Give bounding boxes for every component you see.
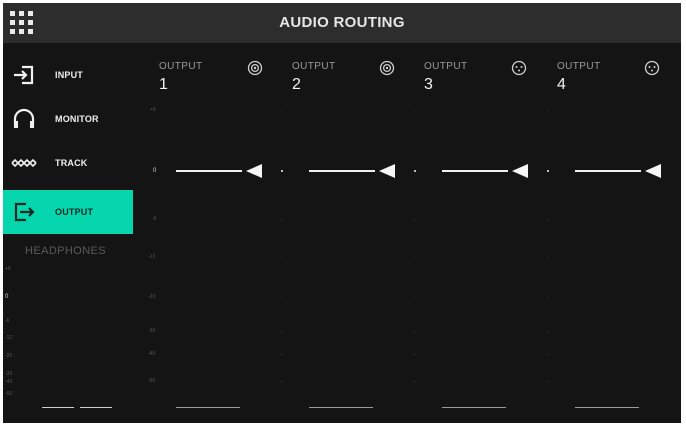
headphones-left-fader[interactable]: [42, 407, 74, 408]
output-1-fader-track: [176, 170, 242, 172]
output-scale-label: -6: [152, 216, 157, 222]
output-2-meter-floor: [309, 407, 373, 408]
sidebar-item-label: OUTPUT: [55, 207, 94, 217]
sidebar-item-track[interactable]: TRACK: [3, 141, 133, 185]
output-3-meter-floor: [442, 407, 506, 408]
output-3-label: OUTPUT: [424, 61, 468, 72]
sidebar-item-input[interactable]: INPUT: [3, 53, 133, 97]
output-3-fader-handle[interactable]: [511, 163, 529, 179]
output-scale-label: -40: [148, 351, 156, 357]
output-4-meter-floor: [575, 407, 639, 408]
sidebar-item-output[interactable]: OUTPUT: [3, 190, 133, 234]
output-1-label: OUTPUT: [159, 61, 203, 72]
output-2-label: OUTPUT: [292, 61, 336, 72]
output-2-fader-handle[interactable]: [378, 163, 396, 179]
header-bar: AUDIO ROUTING: [3, 3, 681, 43]
output-arrow-icon: [14, 202, 35, 222]
headphones-scale-label: -30: [5, 371, 13, 377]
output-scale-label: +6: [150, 107, 156, 113]
track-waveform-icon: [11, 158, 37, 168]
output-scale-label: -60: [148, 378, 156, 384]
headphones-scale-label: -60: [5, 391, 13, 397]
output-1-number: 1: [159, 76, 168, 93]
headphones-scale-label: +6: [5, 266, 11, 272]
output-4-number: 4: [557, 76, 566, 93]
input-arrow-icon: [14, 65, 34, 85]
output-scale-label: -20: [148, 294, 156, 300]
headphones-right-fader[interactable]: [80, 407, 112, 408]
output-4-label: OUTPUT: [557, 61, 601, 72]
output-scale-label: 0: [153, 168, 157, 174]
sidebar-item-label: MONITOR: [55, 114, 99, 124]
headphones-scale-label: -40: [5, 379, 13, 385]
headphones-scale-label: 0: [5, 294, 9, 300]
xlr-connector-icon[interactable]: [644, 60, 660, 76]
output-scale-label: -12: [148, 254, 156, 260]
headphones-scale-label: -12: [5, 335, 13, 341]
output-3-fader-track: [442, 170, 508, 172]
output-2-fader-track: [309, 170, 375, 172]
sidebar-item-label: TRACK: [55, 158, 88, 168]
output-1-meter-floor: [176, 407, 240, 408]
jack-connector-icon[interactable]: [379, 60, 395, 76]
headphones-scale-label: -6: [5, 318, 10, 324]
output-scale-label: -30: [148, 328, 156, 334]
sidebar-item-monitor[interactable]: MONITOR: [3, 97, 133, 141]
xlr-connector-icon[interactable]: [511, 60, 527, 76]
output-4-fader-handle[interactable]: [644, 163, 662, 179]
output-3-number: 3: [424, 76, 433, 93]
jack-connector-icon[interactable]: [247, 60, 263, 76]
headphones-icon: [13, 108, 35, 128]
headphones-scale-label: -20: [5, 353, 13, 359]
headphones-title: HEADPHONES: [25, 245, 107, 257]
sidebar-item-label: INPUT: [55, 70, 83, 80]
output-4-fader-track: [575, 170, 641, 172]
output-2-number: 2: [292, 76, 301, 93]
audio-routing-screen: AUDIO ROUTING INPUT MONITOR TRACK OUTPUT…: [3, 3, 681, 423]
output-1-fader-handle[interactable]: [245, 163, 263, 179]
page-title: AUDIO ROUTING: [279, 14, 405, 31]
